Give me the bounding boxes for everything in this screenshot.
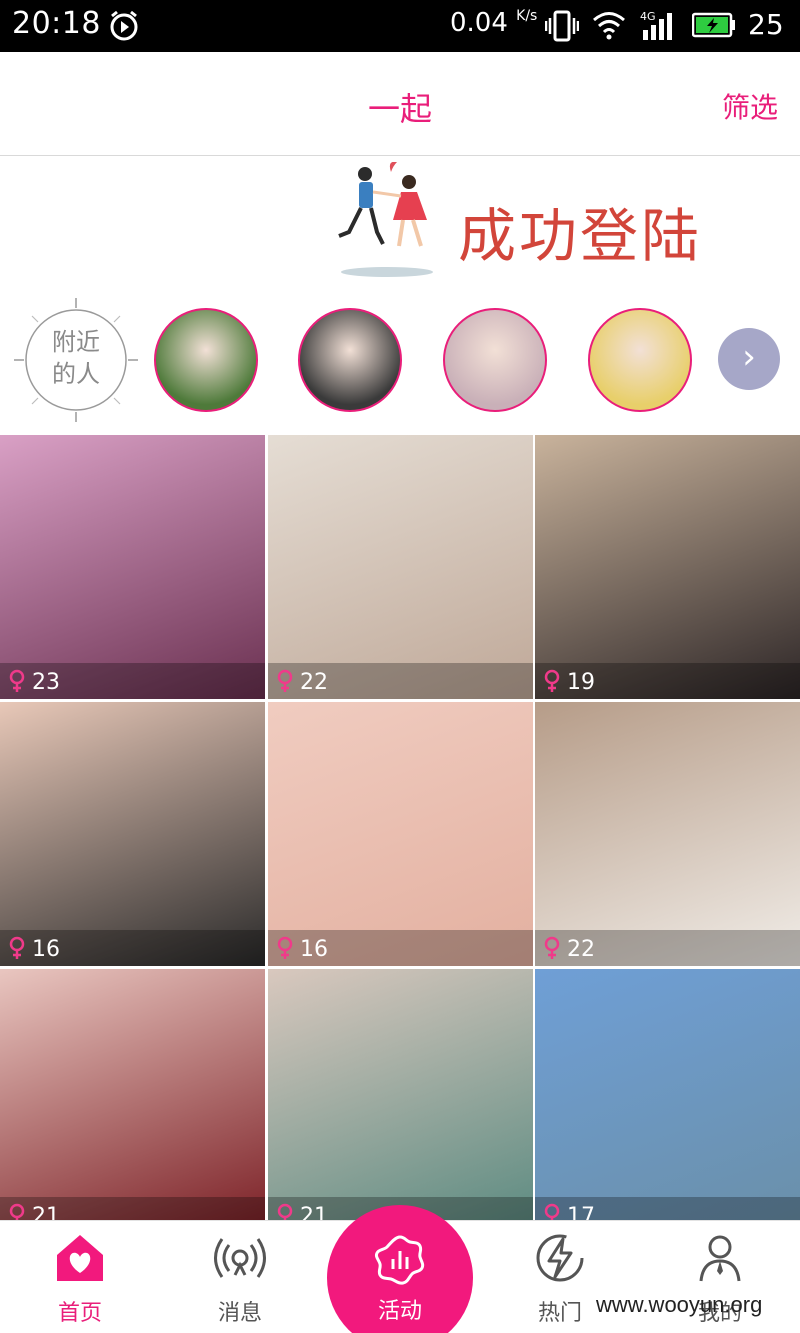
age-bar: 17 xyxy=(535,1197,800,1220)
network-speed: 0.04 K/s xyxy=(450,8,538,38)
age-label: 21 xyxy=(300,1204,328,1220)
age-label: 23 xyxy=(32,670,60,695)
broadcast-icon xyxy=(214,1238,266,1278)
age-label: 19 xyxy=(567,670,595,695)
alarm-icon xyxy=(110,10,138,41)
nav-label: 消息 xyxy=(217,1301,262,1326)
age-label: 16 xyxy=(300,937,328,962)
nearby-avatar[interactable] xyxy=(298,308,402,412)
nav-label: 首页 xyxy=(57,1301,102,1326)
profile-card[interactable]: 21 xyxy=(0,969,265,1220)
nav-messages[interactable]: 消息 xyxy=(180,1231,300,1331)
female-icon xyxy=(544,1203,560,1220)
profile-card[interactable]: 23 xyxy=(0,435,265,699)
profile-card[interactable]: 16 xyxy=(268,702,533,966)
nearby-people-row: 附近 的人 › xyxy=(0,290,800,430)
female-icon xyxy=(277,936,293,959)
age-label: 21 xyxy=(32,1204,60,1220)
user-icon xyxy=(699,1235,741,1282)
login-success-banner: 成功登陆 xyxy=(0,157,800,287)
age-label: 17 xyxy=(567,1204,595,1220)
user-photo-grid: 23 22 19 16 16 22 21 21 17 xyxy=(0,435,800,1220)
nav-home[interactable]: 首页 xyxy=(20,1231,140,1331)
banner-text: 成功登陆 xyxy=(458,202,703,270)
profile-card[interactable]: 16 xyxy=(0,702,265,966)
nearby-avatar[interactable] xyxy=(588,308,692,412)
lightning-icon xyxy=(536,1234,584,1282)
signal-icon: 4G xyxy=(640,10,672,40)
nearby-label-line2: 的人 xyxy=(52,360,100,388)
wifi-icon xyxy=(593,12,625,40)
status-time: 20:18 xyxy=(12,6,101,41)
female-icon xyxy=(277,669,293,692)
vibrate-icon xyxy=(545,10,579,42)
age-bar: 16 xyxy=(268,930,533,966)
chevron-right-icon[interactable]: › xyxy=(718,328,780,390)
female-icon xyxy=(9,1203,25,1220)
filter-button[interactable]: 筛选 xyxy=(722,86,778,126)
age-bar: 21 xyxy=(0,1197,265,1220)
nearby-label: 附近 的人 xyxy=(40,326,112,390)
female-icon xyxy=(9,936,25,959)
nearby-avatar[interactable] xyxy=(443,308,547,412)
battery-level: 25 xyxy=(748,8,784,41)
nearby-label-line1: 附近 xyxy=(52,328,100,356)
network-type: 4G xyxy=(640,10,656,23)
female-icon xyxy=(277,1203,293,1220)
age-bar: 22 xyxy=(268,663,533,699)
profile-card[interactable]: 19 xyxy=(535,435,800,699)
age-bar: 22 xyxy=(535,930,800,966)
home-heart-icon xyxy=(57,1235,103,1281)
profile-card[interactable]: 22 xyxy=(535,702,800,966)
female-icon xyxy=(544,936,560,959)
nav-label: 活动 xyxy=(377,1299,422,1324)
age-label: 16 xyxy=(32,937,60,962)
couple-illustration xyxy=(338,162,433,277)
age-bar: 16 xyxy=(0,930,265,966)
page-title: 一起 xyxy=(367,90,432,128)
age-bar: 19 xyxy=(535,663,800,699)
profile-card[interactable]: 21 xyxy=(268,969,533,1220)
age-label: 22 xyxy=(300,670,328,695)
age-bar: 23 xyxy=(0,663,265,699)
female-icon xyxy=(544,669,560,692)
app-header: 一起 筛选 xyxy=(0,52,800,156)
profile-card[interactable]: 22 xyxy=(268,435,533,699)
activity-icon xyxy=(374,1235,425,1285)
status-bar: 20:18 0.04 K/s 4G 25 xyxy=(0,0,800,52)
watermark: www.wooyun.org xyxy=(596,1292,763,1317)
nearby-avatar[interactable] xyxy=(154,308,258,412)
profile-card[interactable]: 17 xyxy=(535,969,800,1220)
female-icon xyxy=(9,669,25,692)
age-label: 22 xyxy=(567,937,595,962)
battery-icon xyxy=(692,12,735,38)
